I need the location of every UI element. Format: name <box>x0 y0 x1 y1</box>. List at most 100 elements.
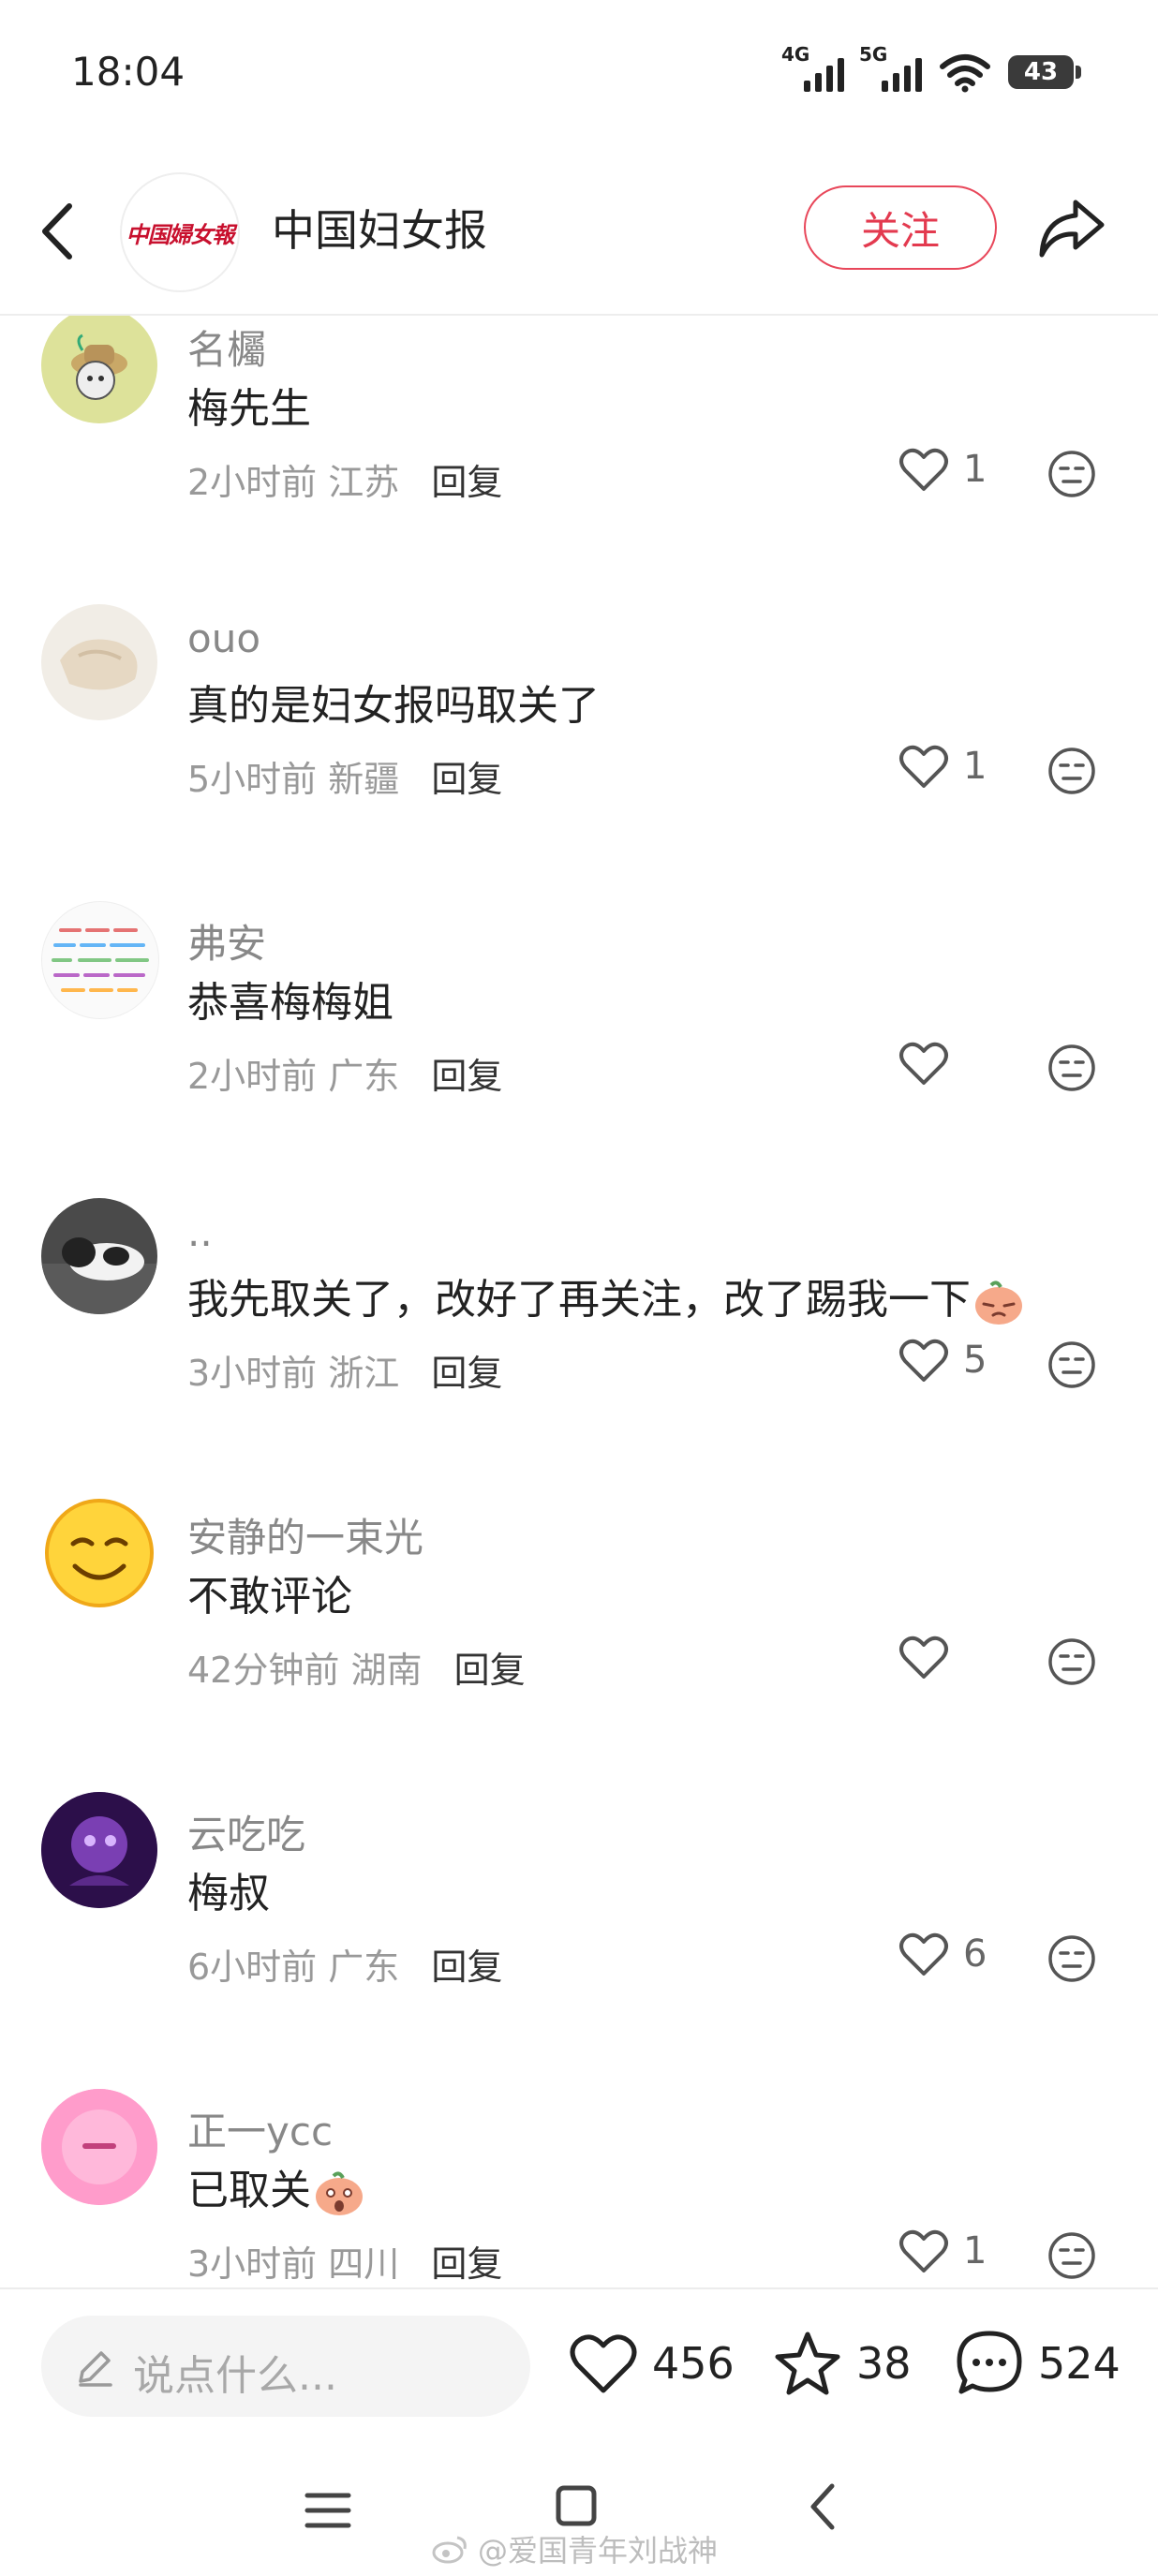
comment-author[interactable]: ouo <box>187 615 260 661</box>
comment-text: 我先取关了，改好了再关注，改了踢我一下 <box>187 1266 1025 1326</box>
comments-button[interactable]: 524 <box>954 2312 1121 2415</box>
comment-time: 2小时前 <box>187 462 318 503</box>
avatar-illustration <box>41 2089 157 2205</box>
avatar-illustration <box>71 333 127 400</box>
follow-button[interactable]: 关注 <box>804 185 997 270</box>
logo-text: 中国婦女報 <box>126 220 235 248</box>
input-placeholder: 说点什么... <box>133 2352 337 2400</box>
comment-text: 梅叔 <box>187 1870 270 1917</box>
reply-button[interactable]: 回复 <box>431 2243 502 2285</box>
like-button[interactable]: 1 <box>898 446 987 493</box>
comment-item: 安静的一束光 不敢评论 42分钟前 湖南 回复 <box>0 1488 1158 1784</box>
avatar[interactable] <box>41 1792 157 1908</box>
comments-count: 524 <box>1038 2338 1121 2389</box>
comment-meta: 3小时前 浙江 回复 <box>187 1344 502 1396</box>
like-post-button[interactable]: 456 <box>568 2312 735 2415</box>
comment-author[interactable]: 弗安 <box>187 912 266 970</box>
net1-label: 4G <box>781 43 810 66</box>
dislike-icon[interactable] <box>1047 1340 1096 1389</box>
like-count: 5 <box>963 1339 987 1382</box>
comment-time: 2小时前 <box>187 1056 318 1097</box>
avatar-illustration <box>60 639 138 690</box>
avatar[interactable] <box>41 1495 157 1611</box>
like-button[interactable]: 6 <box>898 1931 987 1977</box>
dislike-icon[interactable] <box>1047 450 1096 498</box>
status-time: 18:04 <box>71 49 186 95</box>
like-button[interactable]: 5 <box>898 1337 987 1384</box>
header: 中国婦女報 中国妇女报 关注 <box>0 150 1158 316</box>
reply-button[interactable]: 回复 <box>431 1947 502 1988</box>
comment-author[interactable]: 安静的一束光 <box>187 1506 423 1563</box>
signal-5g-icon: 5G <box>859 43 922 92</box>
signal-4g-icon: 4G <box>781 43 844 92</box>
comment-meta: 2小时前 江苏 回复 <box>187 453 502 505</box>
like-button[interactable]: 1 <box>898 2228 987 2274</box>
wifi-icon <box>940 54 990 93</box>
comment-item: 正一ycc 已取关 3小时前 四川 回复 1 <box>0 2081 1158 2287</box>
dislike-icon[interactable] <box>1047 1637 1096 1686</box>
dislike-icon[interactable] <box>1047 747 1096 795</box>
comment-author[interactable]: 云吃吃 <box>187 1803 305 1860</box>
comment-location: 湖南 <box>350 1650 423 1691</box>
avatar-illustration <box>41 1792 157 1908</box>
comment-time: 6小时前 <box>187 1947 318 1988</box>
comment-text: 梅先生 <box>187 385 311 433</box>
comment-text: 真的是妇女报吗取关了 <box>187 682 600 730</box>
nav-back-icon[interactable] <box>806 2480 839 2533</box>
comment-location: 广东 <box>328 1947 400 1988</box>
comment-item: 名欘 梅先生 2小时前 江苏 回复 1 <box>0 316 1158 597</box>
comment-text-content: 已取关 <box>187 2167 311 2214</box>
comment-author[interactable]: .. <box>187 1209 213 1255</box>
account-name[interactable]: 中国妇女报 <box>272 197 487 259</box>
like-button[interactable]: 1 <box>898 743 987 790</box>
reply-button[interactable]: 回复 <box>431 462 502 503</box>
likes-count: 456 <box>652 2338 735 2389</box>
comment-item: ouo 真的是妇女报吗取关了 5小时前 新疆 回复 1 <box>0 597 1158 894</box>
comment-author[interactable]: 名欘 <box>187 318 266 376</box>
emoji-icon <box>975 1281 1022 1325</box>
chat-bubble-icon <box>957 2331 1022 2394</box>
like-count: 6 <box>963 1932 987 1976</box>
avatar-illustration <box>45 1499 154 1607</box>
comment-meta: 5小时前 新疆 回复 <box>187 750 502 802</box>
comment-meta: 42分钟前 湖南 回复 <box>187 1641 526 1693</box>
share-icon[interactable] <box>1036 195 1107 262</box>
home-icon[interactable] <box>555 2484 598 2527</box>
heart-icon <box>899 1042 948 1085</box>
back-icon[interactable] <box>34 199 81 264</box>
watermark: @爱国青年刘战神 <box>431 2527 718 2570</box>
avatar-illustration <box>52 928 149 992</box>
status-bar: 18:04 4G 5G 43 <box>0 0 1158 150</box>
system-nav-bar: @爱国青年刘战神 <box>0 2437 1158 2576</box>
dislike-icon[interactable] <box>1047 1044 1096 1092</box>
avatar[interactable] <box>41 2089 157 2205</box>
avatar[interactable] <box>41 604 157 720</box>
comment-meta: 3小时前 四川 回复 <box>187 2235 502 2287</box>
star-icon <box>775 2332 840 2395</box>
favorite-button[interactable]: 38 <box>772 2312 912 2415</box>
avatar[interactable] <box>41 316 157 423</box>
comment-item: .. 我先取关了，改好了再关注，改了踢我一下 3小时前 浙江 回复 5 <box>0 1191 1158 1488</box>
like-button[interactable] <box>898 1040 963 1087</box>
comment-author[interactable]: 正一ycc <box>187 2100 333 2157</box>
comment-input[interactable]: 说点什么... <box>41 2316 530 2417</box>
dislike-icon[interactable] <box>1047 2231 1096 2280</box>
watermark-text: @爱国青年刘战神 <box>478 2533 719 2569</box>
dislike-icon[interactable] <box>1047 1934 1096 1983</box>
comment-location: 江苏 <box>328 462 400 503</box>
reply-button[interactable]: 回复 <box>454 1650 526 1691</box>
avatar[interactable] <box>41 1198 157 1314</box>
heart-icon <box>899 1932 948 1976</box>
reply-button[interactable]: 回复 <box>431 759 502 800</box>
account-avatar[interactable]: 中国婦女報 <box>120 172 240 292</box>
avatar[interactable] <box>41 901 159 1019</box>
emoji-icon <box>316 2171 363 2215</box>
reply-button[interactable]: 回复 <box>431 1056 502 1097</box>
reply-button[interactable]: 回复 <box>431 1353 502 1394</box>
comment-item: 弗安 恭喜梅梅姐 2小时前 广东 回复 <box>0 894 1158 1191</box>
heart-icon <box>899 1636 948 1679</box>
comment-list[interactable]: 名欘 梅先生 2小时前 江苏 回复 1 ouo 真的是妇女报吗取关了 5小时前 … <box>0 316 1158 2287</box>
menu-icon[interactable] <box>302 2490 354 2531</box>
like-button[interactable] <box>898 1634 963 1680</box>
status-icons: 4G 5G 43 <box>781 43 1081 96</box>
